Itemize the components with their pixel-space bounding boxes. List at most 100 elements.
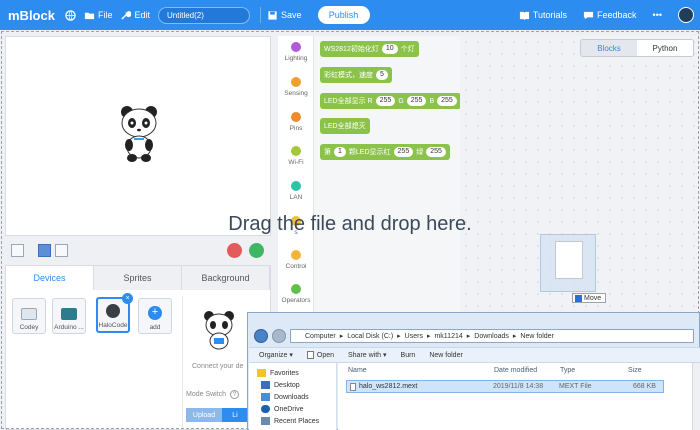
tutorials-button[interactable]: Tutorials xyxy=(519,10,567,21)
path-segment[interactable]: Local Disk (C:) xyxy=(347,333,393,340)
column-size[interactable]: Size xyxy=(628,367,642,374)
block-led-single[interactable]: 第 1 颗LED显示红 255 绿 255 xyxy=(320,144,450,160)
category-control[interactable]: Control xyxy=(278,250,314,270)
codey-icon xyxy=(21,308,37,320)
new-folder-button[interactable]: New folder xyxy=(429,352,462,359)
path-segment[interactable]: Users xyxy=(405,333,423,340)
panda-icon[interactable] xyxy=(118,105,160,163)
file-icon xyxy=(350,383,356,391)
column-date-modified[interactable]: Date modified xyxy=(494,367,537,374)
category-pins[interactable]: Pins xyxy=(278,112,314,132)
category-sensing[interactable]: Sensing xyxy=(278,77,314,97)
block-value-input[interactable]: 1 xyxy=(334,147,346,157)
nav-onedrive[interactable]: OneDrive xyxy=(261,405,304,413)
nav-downloads[interactable]: Downloads xyxy=(261,393,309,401)
organize-button[interactable]: Organize ▾ xyxy=(259,351,293,359)
connect-hint: Connect your de xyxy=(192,363,244,370)
panel-tabs: Devices Sprites Background xyxy=(6,266,270,290)
live-mode-button[interactable]: Li xyxy=(222,408,248,422)
block-ws2812-init[interactable]: WS2812初始化灯 10 个灯 xyxy=(320,41,419,57)
device-halocode[interactable]: × HaloCode xyxy=(96,293,133,333)
downloads-icon xyxy=(261,393,270,401)
nav-desktop[interactable]: Desktop xyxy=(261,381,300,389)
path-separator: ▸ xyxy=(512,333,517,340)
book-icon xyxy=(519,11,529,20)
device-arduino[interactable]: Arduino ... xyxy=(52,298,86,334)
path-segment[interactable]: mk11214 xyxy=(434,333,462,340)
upload-mode-button[interactable]: Upload xyxy=(186,408,222,422)
block-value-input[interactable]: 255 xyxy=(437,96,457,106)
block-value-input[interactable]: 255 xyxy=(406,96,427,106)
block-text: 彩虹模式，速度 xyxy=(324,72,373,79)
back-icon[interactable] xyxy=(254,329,268,343)
edit-menu-label: Edit xyxy=(134,10,150,20)
forward-icon[interactable] xyxy=(272,329,286,343)
help-icon[interactable]: ? xyxy=(230,390,239,399)
file-row[interactable]: halo_ws2812.mext 2019/11/8 14:38 MEXT Fi… xyxy=(346,380,664,393)
block-value-input[interactable]: 255 xyxy=(426,147,446,157)
block-led-all-rgb[interactable]: LED全部显示 R 255 G 255 B 255 xyxy=(320,93,461,109)
path-segment[interactable]: New folder xyxy=(520,333,553,340)
category-label: Sensing xyxy=(284,90,308,97)
green-flag-button[interactable] xyxy=(249,243,264,258)
nav-recent-places[interactable]: Recent Places xyxy=(261,417,319,425)
stop-button[interactable] xyxy=(227,243,242,258)
globe-icon[interactable] xyxy=(65,9,76,21)
device-label: Codey xyxy=(19,324,39,331)
small-stage-icon[interactable] xyxy=(55,243,68,257)
device-codey[interactable]: Codey xyxy=(12,298,46,334)
address-bar[interactable]: Computer ▸ Local Disk (C:) ▸ Users ▸ mk1121… xyxy=(290,329,694,343)
category-lan[interactable]: LAN xyxy=(278,181,314,201)
category-operators[interactable]: Operators xyxy=(278,284,314,304)
top-bar: mBlock File Edit Save Publish Tutorials … xyxy=(0,0,700,30)
remove-device-icon[interactable]: × xyxy=(122,293,133,304)
path-segment[interactable]: Computer xyxy=(305,333,336,340)
column-name[interactable]: Name xyxy=(348,367,367,374)
feedback-button[interactable]: Feedback xyxy=(583,10,637,21)
tab-sprites[interactable]: Sprites xyxy=(94,266,182,290)
tab-python[interactable]: Python xyxy=(637,40,693,56)
app-logo: mBlock xyxy=(8,7,55,23)
tab-blocks[interactable]: Blocks xyxy=(581,40,637,56)
mode-switch-label: Mode Switch xyxy=(186,391,227,398)
block-led-all-off[interactable]: LED全部熄灭 xyxy=(320,118,370,134)
block-value-input[interactable]: 255 xyxy=(375,96,396,106)
share-with-button[interactable]: Share with ▾ xyxy=(348,351,387,359)
tab-devices[interactable]: Devices xyxy=(6,266,94,290)
device-label: HaloCode xyxy=(98,322,128,329)
file-list-scrollbar[interactable] xyxy=(692,363,700,430)
category-lighting[interactable]: Lighting xyxy=(278,42,314,62)
path-segment[interactable]: Downloads xyxy=(474,333,509,340)
block-value-input[interactable]: 10 xyxy=(381,44,398,54)
column-type[interactable]: Type xyxy=(560,367,575,374)
tab-background[interactable]: Background xyxy=(182,266,270,290)
fullscreen-icon[interactable] xyxy=(11,243,24,257)
file-menu[interactable]: File xyxy=(84,10,113,21)
file-menu-label: File xyxy=(97,10,113,20)
project-name-input[interactable] xyxy=(158,6,250,24)
block-rainbow-mode[interactable]: 彩虹模式，速度 5 xyxy=(320,67,392,83)
edit-menu[interactable]: Edit xyxy=(120,10,150,21)
path-separator: ▸ xyxy=(397,333,401,340)
publish-button[interactable]: Publish xyxy=(317,6,370,24)
block-value-input[interactable]: 5 xyxy=(376,70,388,80)
block-value-input[interactable]: 255 xyxy=(393,147,414,157)
block-text: G xyxy=(398,97,404,105)
add-device-button[interactable]: + add xyxy=(138,298,172,334)
save-icon xyxy=(268,10,277,20)
open-button[interactable]: Open xyxy=(306,351,334,359)
star-icon xyxy=(257,369,266,377)
save-button[interactable]: Save xyxy=(267,10,302,21)
burn-button[interactable]: Burn xyxy=(401,352,416,359)
address-bar-row: Computer ▸ Local Disk (C:) ▸ Users ▸ mk1121… xyxy=(254,328,694,344)
nav-label: Recent Places xyxy=(274,417,320,425)
devices-sprites-panel: Devices Sprites Background Codey Arduino… xyxy=(5,265,271,430)
category-wifi[interactable]: Wi-Fi xyxy=(278,146,314,166)
large-stage-icon[interactable] xyxy=(38,243,51,257)
more-menu-button[interactable]: ••• xyxy=(653,10,662,20)
stage-canvas[interactable] xyxy=(5,36,271,236)
file-size: 668 KB xyxy=(633,383,656,390)
open-label: Open xyxy=(316,351,334,359)
nav-favorites[interactable]: Favorites xyxy=(257,369,299,377)
user-avatar[interactable] xyxy=(678,7,694,23)
